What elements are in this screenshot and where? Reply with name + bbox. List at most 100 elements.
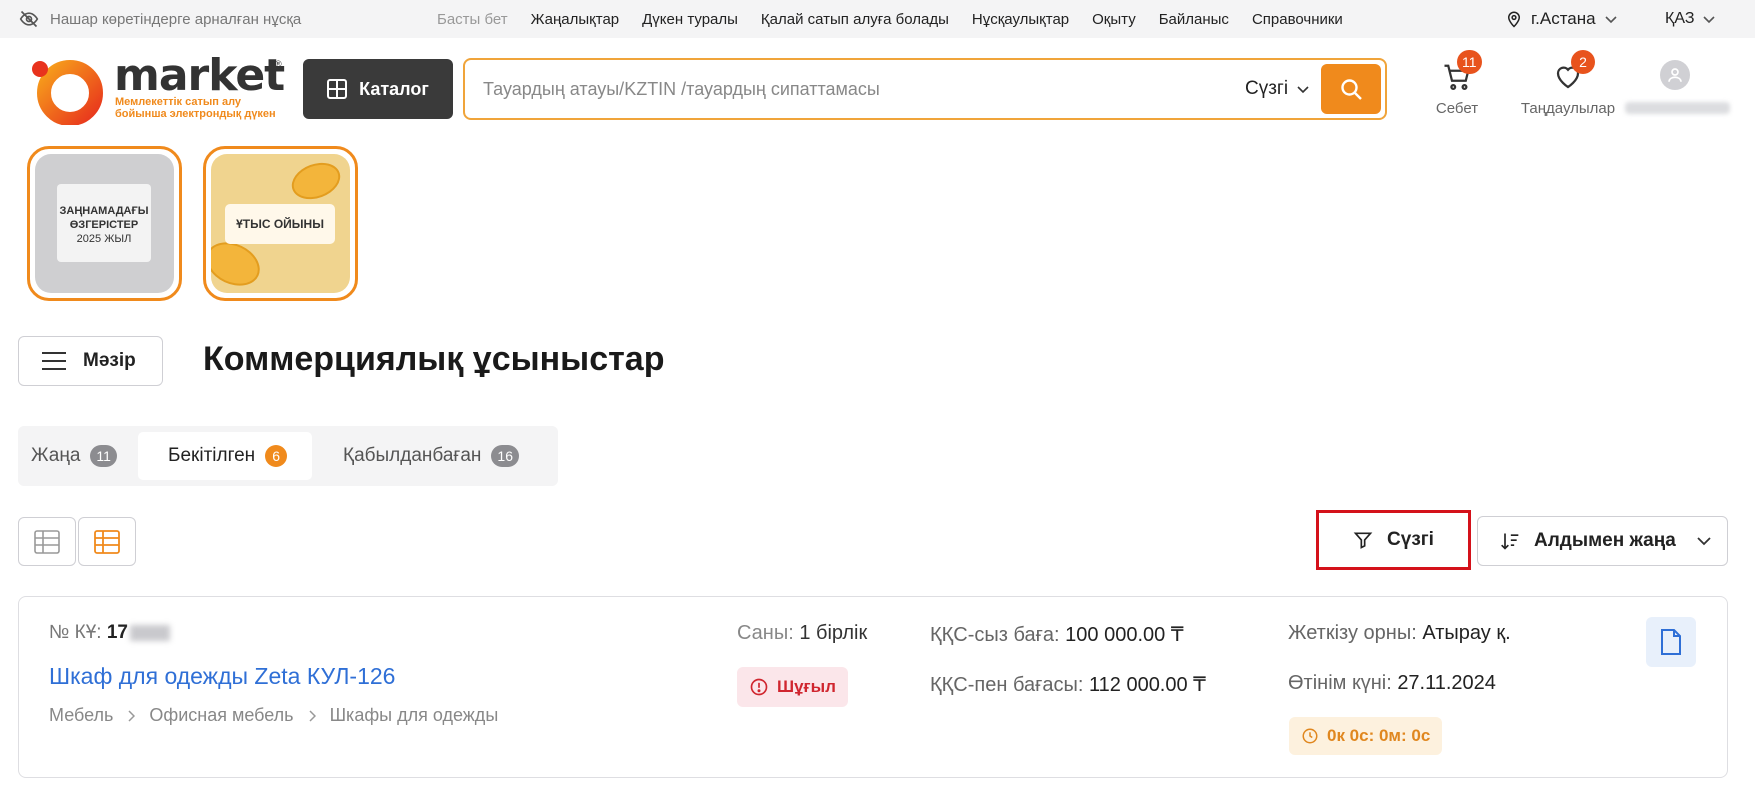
story-1-line-2: ӨЗГЕРІСТЕР [69, 219, 139, 231]
search-icon [1341, 79, 1362, 100]
breadcrumb: Мебель Офисная мебель Шкафы для одежды [49, 705, 498, 726]
menu-button[interactable]: Мәзір [18, 336, 163, 386]
logo-mark-icon [32, 60, 103, 125]
product-link[interactable]: Шкаф для одежды Zeta КУЛ-126 [49, 663, 395, 690]
logo-registered-mark: ® [275, 59, 282, 69]
catalog-button[interactable]: Каталог [303, 59, 453, 119]
request-date-label: Өтінім күні: [1288, 672, 1392, 694]
chevron-down-icon [1605, 16, 1617, 24]
logo-tagline: Мемлекеттік сатып алу бойынша электронды… [115, 96, 295, 120]
filter-label: Сүзгі [1387, 529, 1434, 550]
nav-home[interactable]: Басты бет [437, 11, 508, 28]
clock-icon [1302, 728, 1318, 744]
chevron-right-icon [309, 709, 316, 722]
nav-news[interactable]: Жаңалықтар [531, 11, 619, 28]
price-with-vat: ҚҚС-пен бағасы: 112 000.00 ₸ [930, 672, 1206, 697]
chevron-down-icon [1297, 86, 1309, 94]
story-1-line-3: 2025 ЖЫЛ [76, 233, 132, 245]
eye-off-icon [19, 10, 39, 28]
offer-number-label: № КҰ: [49, 622, 102, 643]
location-pin-icon [1507, 11, 1521, 28]
request-date-value: 27.11.2024 [1397, 672, 1496, 694]
search-filter-label: Сүзгі [1245, 78, 1289, 99]
document-icon [1661, 629, 1681, 655]
chevron-down-icon [1697, 537, 1711, 546]
nav-references[interactable]: Справочники [1252, 11, 1343, 28]
accessibility-label: Нашар көретіндерге арналған нұсқа [50, 10, 302, 28]
request-date: Өтінім күні: 27.11.2024 [1288, 672, 1496, 695]
user-icon [1668, 68, 1682, 82]
delivery-place: Жеткізу орны: Атырау қ. [1288, 622, 1511, 645]
search-bar: Тауардың атауы/KZTIN /тауардың сипаттама… [463, 58, 1387, 120]
chevron-right-icon [128, 709, 136, 722]
breadcrumb-item[interactable]: Мебель [49, 705, 113, 726]
catalog-label: Каталог [359, 78, 429, 99]
city-label: г.Астана [1531, 9, 1596, 28]
tab-new[interactable]: Жаңа 11 [31, 432, 117, 480]
urgent-badge: Шұғыл [737, 667, 848, 707]
status-tabs: Жаңа 11 Бекітілген 6 Қабылданбаған 16 [18, 426, 558, 486]
logo-tagline-line-2: бойынша электрондық дүкен [115, 108, 276, 120]
cart-label: Себет [1435, 100, 1479, 117]
filter-icon [1353, 532, 1373, 549]
nav-training[interactable]: Оқыту [1092, 11, 1136, 28]
site-logo[interactable]: market ® Мемлекеттік сатып алу бойынша э… [28, 50, 290, 125]
countdown-value: 0к 0с: 0м: 0с [1327, 726, 1431, 745]
alert-circle-icon [750, 678, 768, 696]
search-filter-dropdown[interactable]: Сүзгі [1245, 78, 1310, 100]
story-1-line-1: ЗАҢНАМАДАҒЫ [59, 205, 149, 217]
tab-approved-count: 6 [265, 445, 288, 467]
cart-button[interactable]: 11 Себет [1420, 50, 1494, 117]
story-prize-draw[interactable]: ҰТЫС ОЙЫНЫ [203, 146, 358, 301]
price-with-vat-value: 112 000.00 ₸ [1089, 674, 1206, 696]
tab-approved-label: Бекітілген [168, 445, 256, 466]
hamburger-icon [42, 352, 66, 370]
coin-image [286, 156, 346, 206]
nav-how-to-buy[interactable]: Қалай сатып алуға болады [761, 11, 949, 28]
user-profile-button[interactable] [1620, 58, 1730, 114]
tab-rejected[interactable]: Қабылданбаған 16 [343, 432, 519, 480]
table-view-button[interactable] [18, 517, 76, 566]
accessibility-toggle[interactable]: Нашар көретіндерге арналған нұсқа [18, 9, 301, 29]
favorites-count-badge: 2 [1571, 50, 1595, 74]
urgent-label: Шұғыл [777, 677, 836, 696]
menu-label: Мәзір [83, 350, 136, 371]
favorites-button[interactable]: 2 Таңдаулылар [1518, 50, 1618, 117]
price-without-vat-label: ҚҚС-сыз баға: [930, 624, 1060, 646]
nav-contacts[interactable]: Байланыс [1159, 11, 1229, 28]
offer-number: № КҰ: 17 [49, 622, 170, 644]
quantity: Саны: 1 бірлік [737, 622, 867, 645]
tab-new-label: Жаңа [31, 445, 81, 466]
page-title: Коммерциялық ұсыныстар [203, 340, 665, 378]
nav-instructions[interactable]: Нұсқаулықтар [972, 11, 1069, 28]
top-bar: Нашар көретіндерге арналған нұсқа Басты … [0, 0, 1755, 38]
card-view-button[interactable] [78, 517, 136, 566]
language-label: ҚАЗ [1665, 10, 1695, 27]
top-nav: Басты бет Жаңалықтар Дүкен туралы Қалай … [437, 11, 1366, 28]
language-selector[interactable]: ҚАЗ [1665, 10, 1716, 28]
sort-dropdown[interactable]: Алдымен жаңа [1477, 516, 1728, 566]
logo-name: market [114, 50, 285, 101]
story-legislation-changes[interactable]: ЗАҢНАМАДАҒЫ ӨЗГЕРІСТЕР 2025 ЖЫЛ [27, 146, 182, 301]
document-button[interactable] [1646, 617, 1696, 667]
city-selector[interactable]: г.Астана [1505, 8, 1618, 30]
offer-number-value: 17 [106, 622, 128, 643]
breadcrumb-item[interactable]: Офисная мебель [149, 705, 293, 726]
price-without-vat: ҚҚС-сыз баға: 100 000.00 ₸ [930, 622, 1184, 647]
favorites-label: Таңдаулылар [1520, 100, 1616, 117]
sort-icon [1501, 533, 1519, 550]
search-button[interactable] [1321, 64, 1381, 114]
price-without-vat-value: 100 000.00 ₸ [1065, 624, 1184, 646]
nav-about[interactable]: Дүкен туралы [642, 11, 738, 28]
table-icon [94, 529, 120, 554]
grid-icon [327, 79, 348, 99]
tab-approved[interactable]: Бекітілген 6 [138, 432, 312, 480]
breadcrumb-item[interactable]: Шкафы для одежды [330, 705, 499, 726]
offer-number-redacted [130, 624, 170, 641]
filter-button[interactable]: Сүзгі [1316, 510, 1471, 570]
logo-tagline-line-1: Мемлекеттік сатып алу [115, 96, 242, 108]
delivery-place-value: Атырау қ. [1422, 622, 1511, 644]
search-input[interactable]: Тауардың атауы/KZTIN /тауардың сипаттама… [483, 79, 880, 100]
user-name-redacted [1625, 102, 1730, 114]
offer-card: № КҰ: 17 Шкаф для одежды Zeta КУЛ-126 Ме… [18, 596, 1728, 778]
